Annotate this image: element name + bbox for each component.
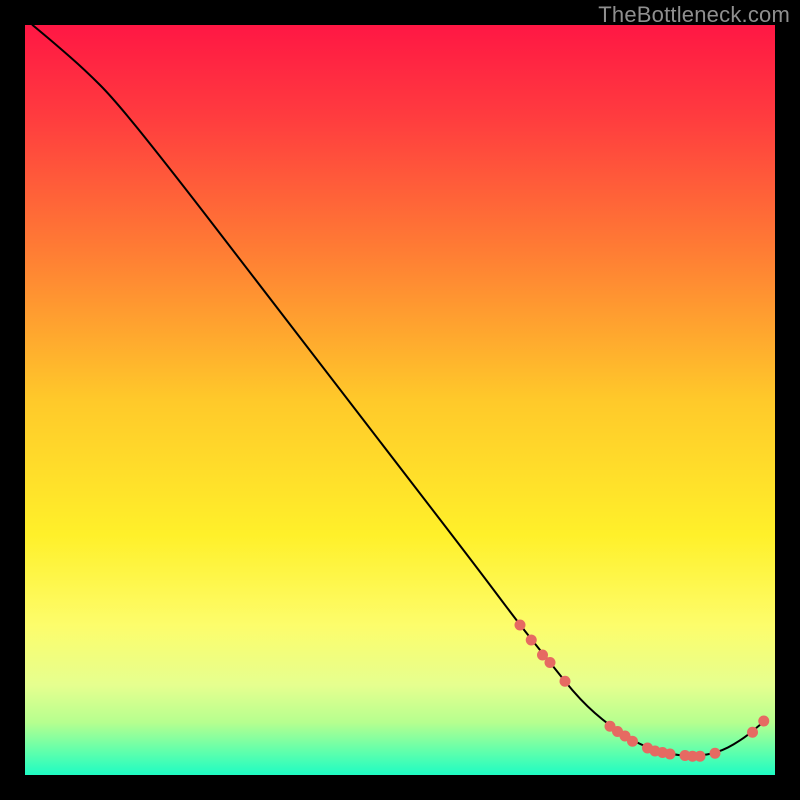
marker-dot — [627, 736, 638, 747]
marker-dot — [526, 635, 537, 646]
plot-clip — [25, 25, 775, 775]
marker-dot — [758, 716, 769, 727]
marker-dot — [710, 748, 721, 759]
chart-frame: TheBottleneck.com — [0, 0, 800, 800]
plot-overlay — [25, 25, 775, 775]
marker-dot — [665, 749, 676, 760]
marker-dot — [747, 727, 758, 738]
marker-group — [515, 620, 770, 762]
main-curve — [33, 25, 768, 756]
marker-dot — [515, 620, 526, 631]
marker-dot — [695, 751, 706, 762]
marker-dot — [560, 676, 571, 687]
marker-dot — [545, 657, 556, 668]
